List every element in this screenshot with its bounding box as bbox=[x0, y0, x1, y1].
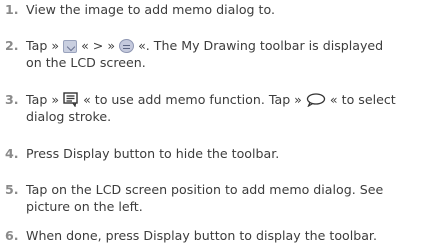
step-number: 1. bbox=[5, 2, 19, 17]
dialog-stroke-icon bbox=[306, 93, 326, 107]
step-number: 5. bbox=[5, 182, 19, 197]
step-number: 4. bbox=[5, 146, 19, 161]
step-text: Tap » « > » «. The My Drawing toolbar is… bbox=[26, 38, 384, 70]
drawing-tools-icon bbox=[63, 40, 78, 53]
step-text: Tap on the LCD screen position to add me… bbox=[26, 182, 384, 214]
memo-bubble-icon bbox=[119, 39, 135, 53]
step-number: 3. bbox=[5, 92, 19, 107]
instruction-steps: 1. View the image to add memo dialog to.… bbox=[0, 0, 446, 246]
step-text: Tap » « to use add memo function. Tap » … bbox=[26, 92, 396, 124]
step-number: 2. bbox=[5, 38, 19, 53]
step-number: 6. bbox=[5, 228, 19, 243]
step-text: When done, press Display button to displ… bbox=[26, 228, 377, 243]
memo-text-icon bbox=[63, 92, 78, 107]
step-text: Press Display button to hide the toolbar… bbox=[26, 146, 280, 161]
step-text: View the image to add memo dialog to. bbox=[26, 2, 275, 17]
